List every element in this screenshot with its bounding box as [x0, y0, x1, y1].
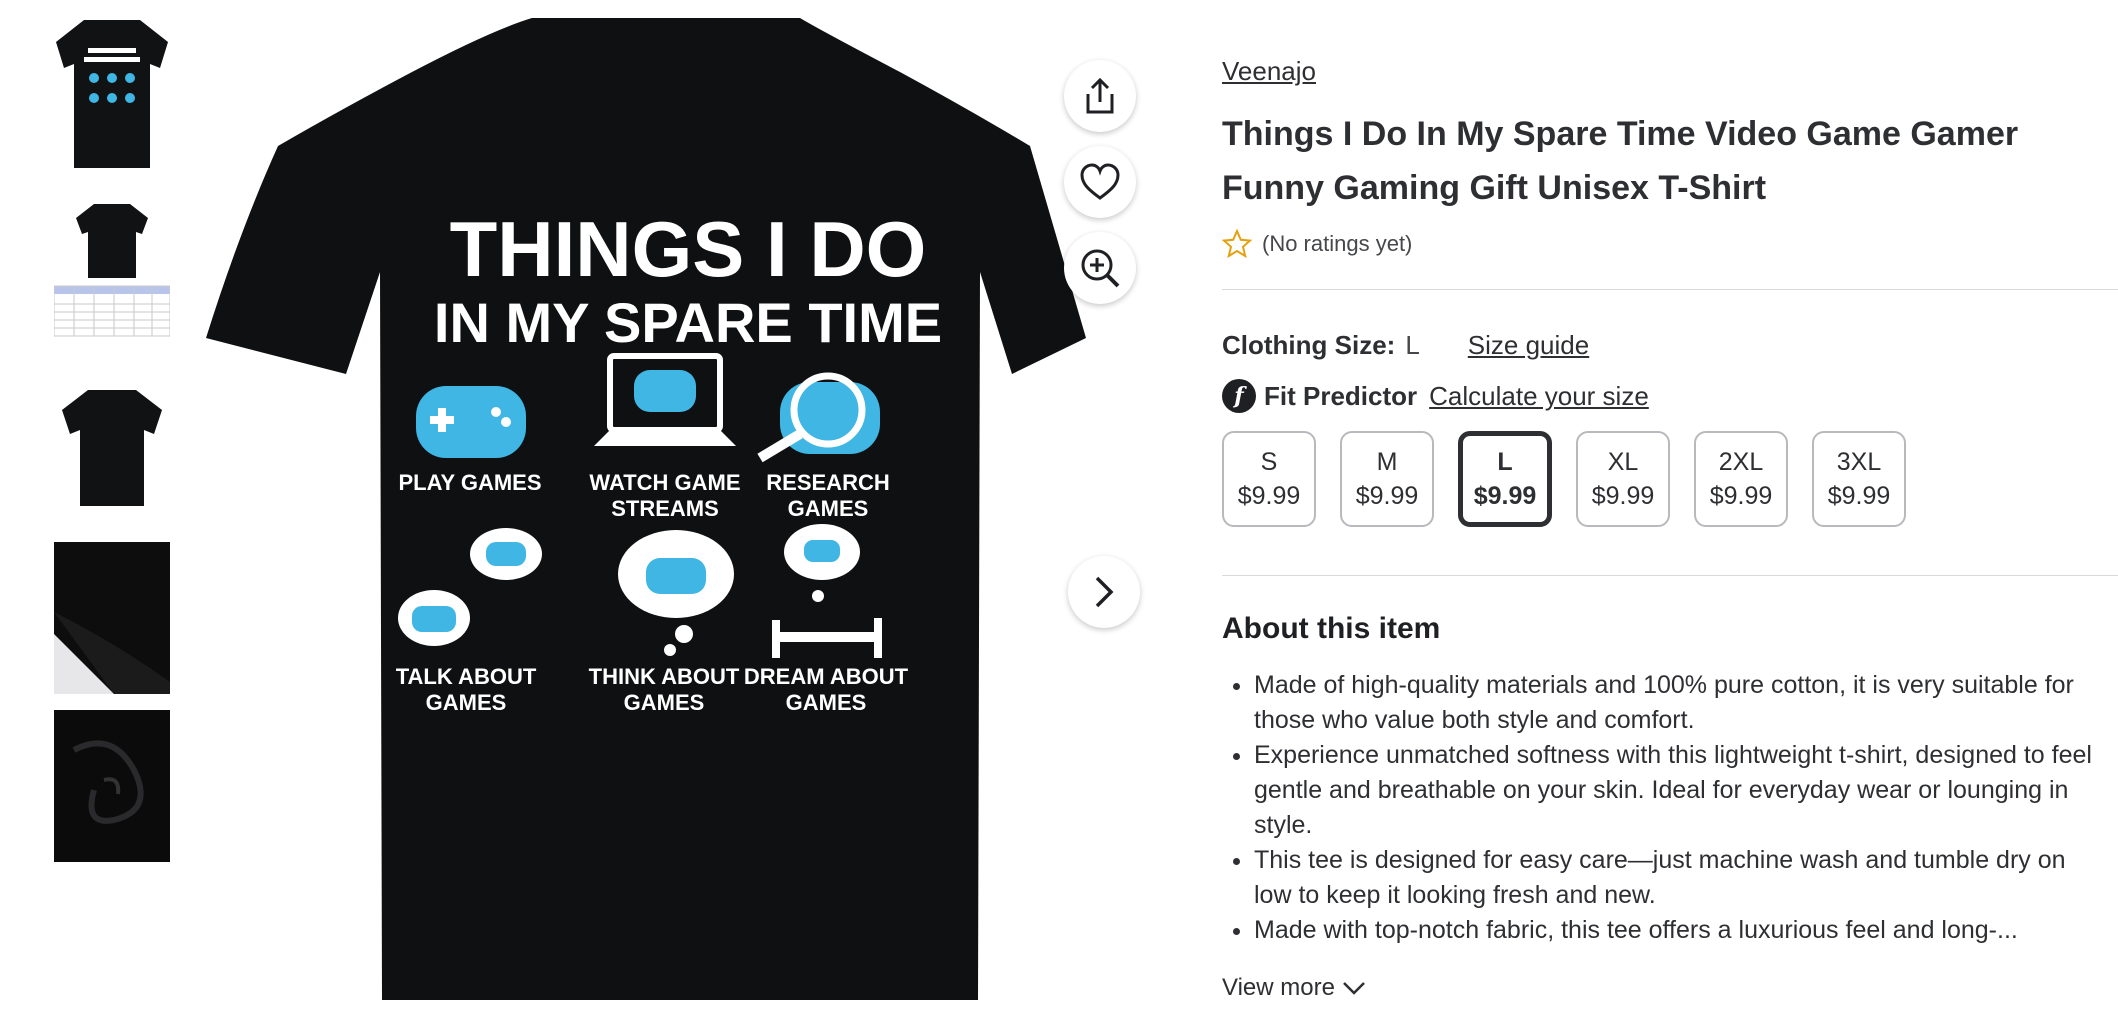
rating-text: (No ratings yet) — [1262, 231, 1413, 256]
product-info-panel: Veenajo Things I Do In My Spare Time Vid… — [1222, 56, 2118, 1002]
zoom-button[interactable] — [1064, 232, 1136, 304]
shirt-item-3-line-1: RESEARCH — [766, 470, 889, 495]
shirt-item-2-line-2: STREAMS — [611, 496, 719, 521]
size-option-label: XL — [1607, 448, 1639, 476]
shirt-item-6-line-2: GAMES — [786, 690, 867, 715]
size-option-price: $9.99 — [1237, 482, 1301, 510]
size-option-price: $9.99 — [1473, 482, 1537, 510]
fit-predictor-label: Fit Predictor — [1264, 380, 1418, 411]
size-option-price: $9.99 — [1827, 482, 1891, 510]
divider — [1222, 289, 2118, 290]
chevron-down-icon — [1343, 982, 1365, 995]
thumbnail-size-chart[interactable] — [54, 194, 170, 350]
clothing-size-label: Clothing Size: — [1222, 330, 1396, 360]
share-button[interactable] — [1064, 60, 1136, 132]
view-more-label: View more — [1222, 974, 1335, 1001]
star-outline-icon — [1222, 229, 1252, 259]
shirt-item-4-line-2: GAMES — [426, 690, 507, 715]
about-bullet: Made of high-quality materials and 100% … — [1254, 668, 2102, 738]
size-option-xl[interactable]: XL $9.99 — [1576, 431, 1670, 527]
size-option-label: L — [1497, 448, 1513, 476]
shirt-headline-1: THINGS I DO — [450, 205, 927, 293]
zoom-in-icon — [1081, 249, 1120, 288]
brand-link[interactable]: Veenajo — [1222, 56, 1316, 87]
thumbnail-swirl-image — [54, 710, 170, 862]
thumbnail-front-image — [54, 16, 170, 172]
size-option-m[interactable]: M $9.99 — [1340, 431, 1434, 527]
fit-predictor-row: f Fit Predictor Calculate your size — [1222, 379, 2118, 413]
size-option-2xl[interactable]: 2XL $9.99 — [1694, 431, 1788, 527]
thumbnail-plain-back[interactable] — [54, 372, 170, 528]
thumbnail-fabric-image — [54, 542, 170, 694]
selected-size-value: L — [1405, 330, 1420, 360]
size-option-price: $9.99 — [1591, 482, 1655, 510]
size-options: S $9.99 M $9.99 L $9.99 XL $9.99 2XL $9.… — [1222, 431, 2118, 527]
thumbnail-fabric-swirl[interactable] — [54, 710, 170, 862]
view-more-link[interactable]: View more — [1222, 974, 2118, 1002]
thumbnail-back-image — [54, 372, 170, 528]
divider — [1222, 575, 2118, 576]
thumbnail-size-chart-image — [54, 194, 170, 350]
clothing-size-row: Clothing Size: L Size guide — [1222, 330, 2118, 361]
next-image-button[interactable] — [1068, 556, 1140, 628]
shirt-item-5-line-2: GAMES — [624, 690, 705, 715]
about-bullet: Experience unmatched softness with this … — [1254, 738, 2102, 843]
rating-row[interactable]: (No ratings yet) — [1222, 229, 2118, 259]
about-bullet-list: Made of high-quality materials and 100% … — [1222, 668, 2102, 948]
size-option-price: $9.99 — [1709, 482, 1773, 510]
shirt-item-4-line-1: TALK ABOUT — [396, 664, 537, 689]
product-title: Things I Do In My Spare Time Video Game … — [1222, 115, 2019, 207]
shirt-headline-2: IN MY SPARE TIME — [434, 291, 942, 354]
about-bullet: Made with top-notch fabric, this tee off… — [1254, 913, 2102, 948]
thumbnail-fabric-closeup[interactable] — [54, 542, 170, 694]
controller-icon — [416, 386, 526, 458]
shirt-item-2-line-1: WATCH GAME — [589, 470, 740, 495]
shirt-item-3-line-2: GAMES — [788, 496, 869, 521]
shirt-item-6-line-1: DREAM ABOUT — [744, 664, 909, 689]
chevron-right-icon — [1095, 576, 1114, 608]
shirt-item-5-line-1: THINK ABOUT — [589, 664, 740, 689]
heart-icon — [1080, 163, 1120, 200]
favorite-button[interactable] — [1064, 146, 1136, 218]
size-option-price: $9.99 — [1355, 482, 1419, 510]
thumbnail-front-design[interactable] — [54, 16, 170, 172]
product-page: THINGS I DO IN MY SPARE TIME PLAY GAMES … — [0, 0, 2118, 1024]
size-option-l-selected[interactable]: L $9.99 — [1458, 431, 1552, 527]
size-option-label: S — [1260, 448, 1278, 476]
shirt-item-1-line-1: PLAY GAMES — [398, 470, 541, 495]
size-option-s[interactable]: S $9.99 — [1222, 431, 1316, 527]
main-product-image[interactable]: THINGS I DO IN MY SPARE TIME PLAY GAMES … — [200, 10, 1180, 1000]
size-guide-link[interactable]: Size guide — [1468, 330, 1589, 361]
size-option-label: 3XL — [1836, 448, 1882, 476]
tshirt-graphic: THINGS I DO IN MY SPARE TIME PLAY GAMES … — [200, 10, 1180, 1000]
share-icon — [1086, 77, 1114, 114]
fit-predictor-logo: f — [1222, 379, 1256, 413]
size-option-label: 2XL — [1718, 448, 1764, 476]
size-option-label: M — [1376, 448, 1398, 476]
about-section-title: About this item — [1222, 612, 1441, 645]
calculate-size-link[interactable]: Calculate your size — [1429, 381, 1649, 412]
size-option-3xl[interactable]: 3XL $9.99 — [1812, 431, 1906, 527]
about-bullet: This tee is designed for easy care—just … — [1254, 843, 2102, 913]
